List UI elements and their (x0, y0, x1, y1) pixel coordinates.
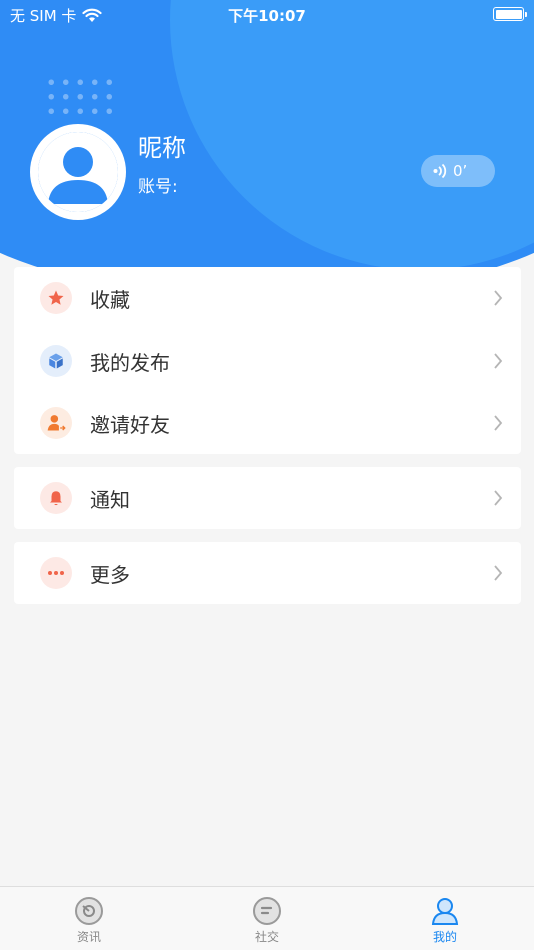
tab-news[interactable]: 资讯 (0, 887, 178, 950)
box-icon (40, 345, 72, 377)
battery-icon (493, 7, 527, 21)
menu-item-notifications[interactable]: 通知 (14, 467, 521, 529)
avatar[interactable] (30, 124, 126, 220)
chevron-right-icon (494, 565, 503, 581)
menu-item-label: 我的发布 (90, 350, 170, 375)
chevron-right-icon (494, 290, 503, 306)
tab-bar: 资讯 社交 我的 (0, 886, 534, 950)
menu-item-label: 通知 (90, 487, 130, 512)
invite-user-icon (40, 407, 72, 439)
chat-icon (253, 897, 281, 925)
tab-label: 我的 (432, 930, 457, 944)
bell-icon (40, 482, 72, 514)
menu-item-favorites[interactable]: 收藏 (14, 267, 521, 329)
menu-item-invite-friends[interactable]: 邀请好友 (14, 392, 521, 454)
tab-label: 社交 (254, 930, 279, 944)
menu-item-label: 邀请好友 (90, 412, 170, 437)
menu-item-my-posts[interactable]: 我的发布 (14, 330, 521, 392)
status-bar: 无 SIM 卡 下午10:07 (0, 0, 534, 28)
menu-item-label: 收藏 (90, 287, 130, 312)
menu-item-more[interactable]: 更多 (14, 542, 521, 604)
chevron-right-icon (494, 353, 503, 369)
tab-label: 资讯 (76, 930, 101, 944)
menu-item-label: 更多 (90, 562, 130, 587)
menu-card-more: 更多 (14, 542, 521, 604)
nickname: 昵称 (138, 134, 186, 162)
status-time: 下午10:07 (228, 7, 306, 25)
news-icon (75, 897, 103, 925)
tab-mine[interactable]: 我的 (356, 887, 534, 950)
account-label: 账号: (138, 177, 178, 197)
menu-card-notifications: 通知 (14, 467, 521, 529)
chevron-right-icon (494, 415, 503, 431)
menu-card-main: 收藏 我的发布 邀请好友 (14, 267, 521, 454)
sound-wave-icon (433, 163, 447, 179)
tab-social[interactable]: 社交 (178, 887, 356, 950)
more-dots-icon (40, 557, 72, 589)
voice-badge[interactable]: 0’ (421, 155, 495, 187)
chevron-right-icon (494, 490, 503, 506)
avatar-placeholder-icon (38, 132, 118, 212)
profile-icon (431, 898, 459, 925)
dot-pattern-decoration (44, 75, 114, 121)
star-icon (40, 282, 72, 314)
voice-duration: 0’ (453, 162, 468, 180)
